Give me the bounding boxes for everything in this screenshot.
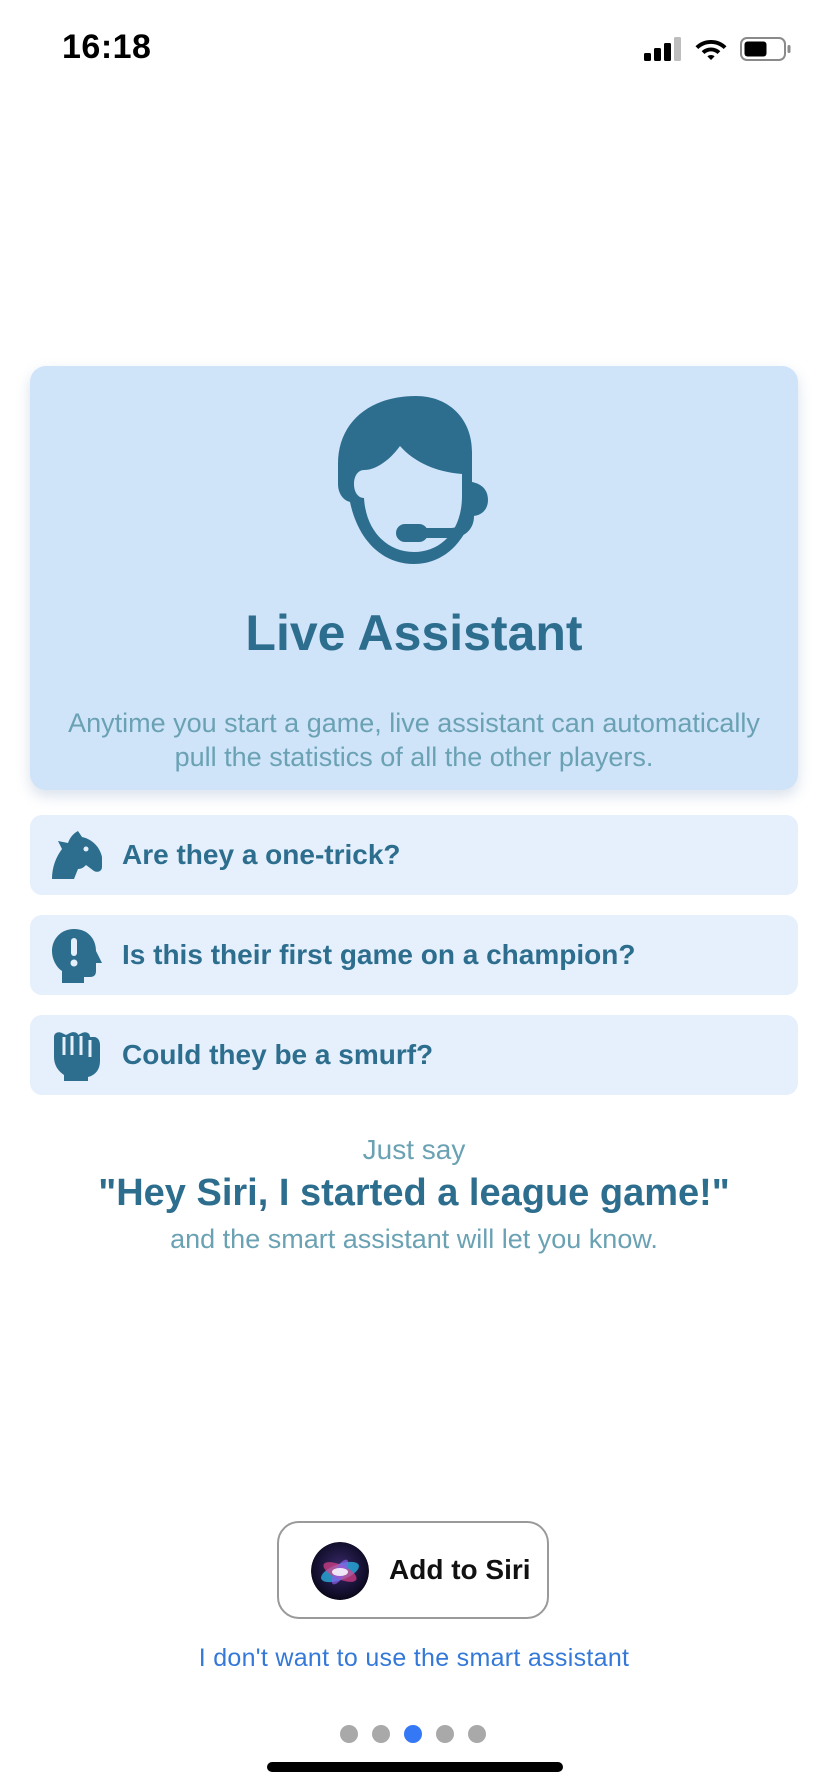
feature-smurf: Could they be a smurf?: [30, 1015, 798, 1095]
hero-description: Anytime you start a game, live assistant…: [68, 708, 760, 772]
feature-first-game: Is this their first game on a champion?: [30, 915, 798, 995]
status-bar: 16:18: [0, 0, 828, 100]
feature-one-trick: Are they a one-trick?: [30, 815, 798, 895]
page-dot[interactable]: [436, 1725, 454, 1743]
status-time: 16:18: [62, 28, 152, 66]
hero-title: Live Assistant: [245, 605, 583, 661]
page-indicator: [340, 1725, 486, 1743]
just-say-text: Just say: [362, 1134, 466, 1165]
feature-label: Could they be a smurf?: [122, 1039, 434, 1070]
home-indicator[interactable]: [267, 1762, 563, 1772]
battery-icon: [740, 37, 791, 61]
prompt-outro: and the smart assistant will let you kno…: [170, 1224, 658, 1254]
live-assistant-card: Live Assistant Anytime you start a game,…: [30, 366, 798, 790]
cellular-signal-icon: [644, 37, 681, 61]
add-to-siri-label: Add to Siri: [389, 1554, 531, 1585]
siri-icon: [311, 1542, 369, 1600]
horse-head-icon: [52, 831, 102, 879]
head-exclamation-icon: [52, 929, 102, 983]
wifi-icon: [695, 40, 727, 60]
add-to-siri-button[interactable]: Add to Siri: [277, 1521, 549, 1619]
feature-label: Are they a one-trick?: [122, 839, 401, 870]
page-dot-active[interactable]: [404, 1725, 422, 1743]
page-dot[interactable]: [340, 1725, 358, 1743]
headset-operator-icon: [338, 396, 488, 564]
fist-icon: [54, 1032, 100, 1081]
page-dot[interactable]: [372, 1725, 390, 1743]
status-icons: [644, 34, 792, 64]
decline-assistant-link[interactable]: I don't want to use the smart assistant: [0, 1644, 828, 1673]
page-dot[interactable]: [468, 1725, 486, 1743]
feature-label: Is this their first game on a champion?: [122, 939, 636, 970]
siri-phrase: "Hey Siri, I started a league game!": [98, 1172, 730, 1214]
